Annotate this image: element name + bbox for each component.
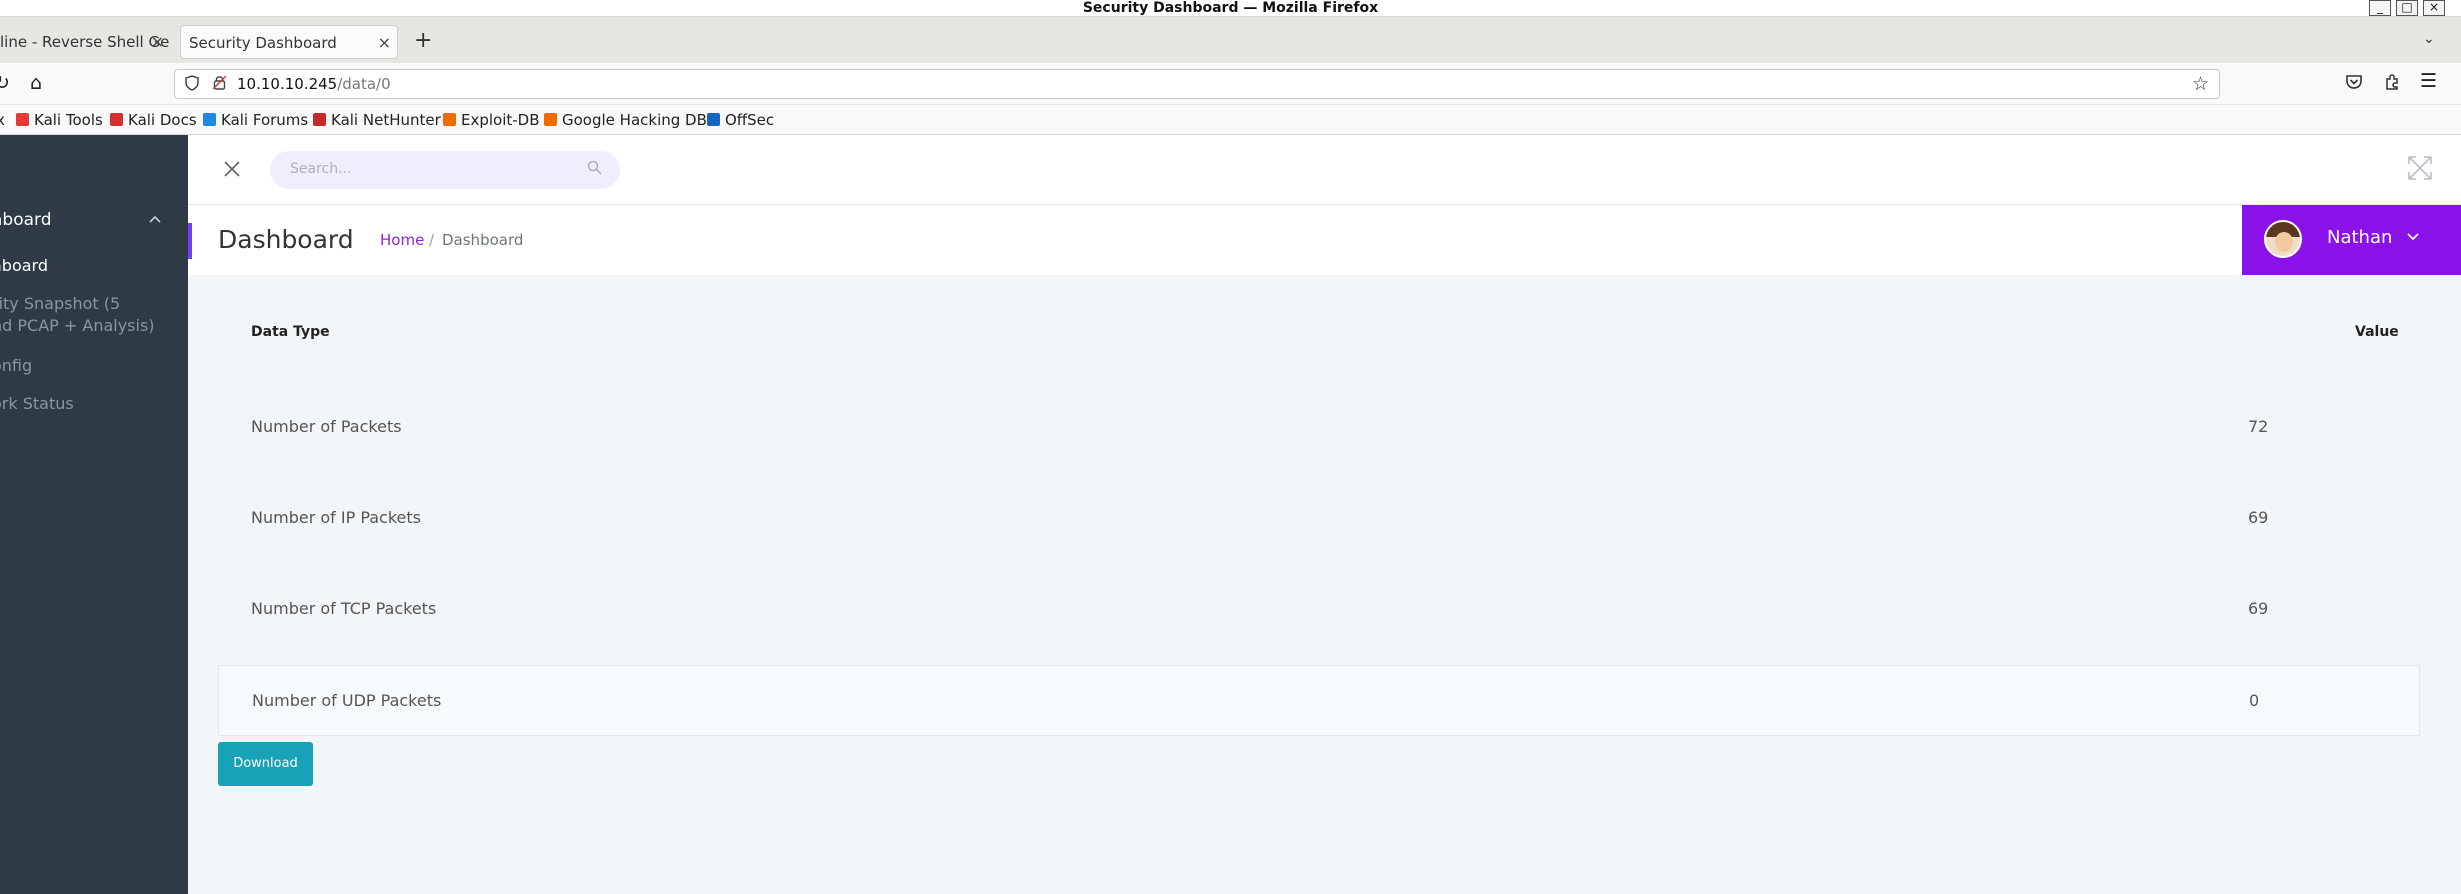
tab-security-dashboard[interactable]: Security Dashboard × bbox=[180, 25, 398, 59]
minimize-button[interactable]: _ bbox=[2369, 0, 2391, 16]
bookmark-label: Google Hacking DB bbox=[562, 111, 707, 129]
url-host: 10.10.10.245 bbox=[237, 75, 338, 93]
bookmark-label: Kali Tools bbox=[34, 111, 103, 129]
row-label: Number of UDP Packets bbox=[252, 691, 442, 710]
bookmark-kali-nethunter[interactable]: Kali NetHunter bbox=[313, 111, 441, 129]
insecure-lock-icon[interactable] bbox=[212, 75, 227, 94]
shield-icon[interactable] bbox=[185, 75, 199, 95]
row-value: 69 bbox=[2248, 508, 2269, 527]
menu-hamburger-icon[interactable]: ☰ bbox=[2420, 72, 2437, 91]
bookmark-label: Kali Docs bbox=[128, 111, 197, 129]
kali-nethunter-icon bbox=[313, 113, 326, 126]
row-label: Number of Packets bbox=[251, 417, 402, 436]
navigation-bar: ↻ ⌂ 10.10.10.245/data/0 ☆ ☰ bbox=[0, 63, 2461, 105]
tab-close-icon[interactable]: × bbox=[151, 25, 164, 59]
reload-icon[interactable]: ↻ bbox=[0, 74, 10, 93]
bookmarks-bar: x Kali Tools Kali Docs Kali Forums Kali … bbox=[0, 105, 2461, 135]
home-icon[interactable]: ⌂ bbox=[30, 74, 42, 93]
table-row-hovered: Number of UDP Packets 0 bbox=[218, 665, 2420, 736]
bookmark-label: Exploit-DB bbox=[461, 111, 540, 129]
search-icon[interactable] bbox=[587, 160, 602, 179]
table-row: Number of TCP Packets 69 bbox=[218, 565, 2420, 656]
sidebar-item-security-snapshot-line2[interactable]: nd PCAP + Analysis) bbox=[0, 315, 155, 337]
pocket-icon[interactable] bbox=[2345, 73, 2363, 95]
url-text: 10.10.10.245/data/0 bbox=[237, 75, 391, 93]
breadcrumb-home-link[interactable]: Home bbox=[380, 231, 424, 249]
bookmark-label: Kali NetHunter bbox=[331, 111, 441, 129]
tab-strip: line - Reverse Shell Ge × Security Dashb… bbox=[0, 17, 2461, 63]
breadcrumb-current: Dashboard bbox=[442, 231, 524, 249]
chevron-down-icon[interactable] bbox=[2406, 227, 2420, 246]
row-value: 69 bbox=[2248, 599, 2269, 618]
table-row: Number of IP Packets 69 bbox=[218, 474, 2420, 565]
bookmark-exploit-db[interactable]: Exploit-DB bbox=[443, 111, 540, 129]
chevron-up-icon[interactable] bbox=[148, 210, 162, 228]
offsec-icon bbox=[707, 113, 720, 126]
sidebar-item-ip-config[interactable]: onfig bbox=[0, 355, 32, 377]
column-header-data-type: Data Type bbox=[251, 324, 330, 340]
page-title-bar: Dashboard Home / Dashboard Nathan bbox=[188, 205, 2461, 275]
bookmark-star-icon[interactable]: ☆ bbox=[2192, 73, 2209, 95]
fullscreen-expand-icon[interactable] bbox=[2407, 155, 2433, 186]
column-header-value: Value bbox=[2355, 324, 2399, 340]
url-path: /data/0 bbox=[337, 75, 391, 93]
tab-reverse-shell[interactable]: line - Reverse Shell Ge × bbox=[0, 25, 170, 59]
window-title: Security Dashboard — Mozilla Firefox bbox=[1082, 0, 1379, 16]
sidebar: aboard aboard rity Snapshot (5 nd PCAP +… bbox=[0, 135, 188, 894]
row-label: Number of TCP Packets bbox=[251, 599, 437, 618]
search-input[interactable]: Search... bbox=[290, 161, 351, 177]
google-hacking-db-icon bbox=[544, 113, 557, 126]
user-menu[interactable]: Nathan bbox=[2242, 205, 2461, 275]
sidebar-item-dashboard[interactable]: aboard bbox=[0, 255, 48, 277]
close-window-button[interactable]: × bbox=[2423, 0, 2445, 16]
bookmark-label: Kali Forums bbox=[221, 111, 309, 129]
table-header: Data Type Value bbox=[218, 275, 2420, 387]
sidebar-group-dashboard[interactable]: aboard bbox=[0, 210, 188, 248]
kali-forums-icon bbox=[203, 113, 216, 126]
tab-close-icon[interactable]: × bbox=[378, 26, 391, 58]
sidebar-item-security-snapshot[interactable]: rity Snapshot (5 bbox=[0, 293, 120, 315]
page-title-accent bbox=[188, 223, 192, 259]
window-titlebar: Security Dashboard — Mozilla Firefox _ □… bbox=[0, 0, 2461, 17]
table-row: Number of Packets 72 bbox=[218, 383, 2420, 474]
row-value: 72 bbox=[2248, 417, 2269, 436]
breadcrumb-separator: / bbox=[429, 231, 435, 249]
kali-docs-icon bbox=[110, 113, 123, 126]
close-sidebar-icon[interactable] bbox=[222, 159, 242, 183]
page-title: Dashboard bbox=[218, 225, 354, 254]
exploit-db-icon bbox=[443, 113, 456, 126]
avatar-face bbox=[2275, 232, 2293, 252]
user-name[interactable]: Nathan bbox=[2327, 227, 2392, 248]
sidebar-item-network-status[interactable]: ork Status bbox=[0, 393, 74, 415]
kali-tools-icon bbox=[16, 113, 29, 126]
top-header: Search... bbox=[188, 135, 2461, 205]
search-box[interactable]: Search... bbox=[270, 151, 620, 189]
tab-label: Security Dashboard bbox=[189, 34, 337, 52]
tab-label: line - Reverse Shell Ge bbox=[0, 33, 170, 51]
address-bar[interactable]: 10.10.10.245/data/0 ☆ bbox=[174, 69, 2220, 99]
row-value: 0 bbox=[2249, 691, 2260, 710]
maximize-button[interactable]: □ bbox=[2396, 0, 2418, 16]
bookmark-google-hacking-db[interactable]: Google Hacking DB bbox=[544, 111, 707, 129]
bookmark-overflow-fragment[interactable]: x bbox=[0, 111, 5, 129]
avatar[interactable] bbox=[2264, 220, 2302, 258]
extensions-icon[interactable] bbox=[2383, 73, 2401, 95]
new-tab-icon[interactable]: + bbox=[414, 30, 432, 52]
bookmark-label: OffSec bbox=[725, 111, 775, 129]
bookmark-kali-tools[interactable]: Kali Tools bbox=[16, 111, 103, 129]
download-button[interactable]: Download bbox=[218, 742, 313, 786]
sidebar-group-label: aboard bbox=[0, 210, 52, 230]
bookmark-offsec[interactable]: OffSec bbox=[707, 111, 774, 129]
list-all-tabs-icon[interactable]: ⌄ bbox=[2423, 31, 2435, 47]
row-label: Number of IP Packets bbox=[251, 508, 421, 527]
bookmark-kali-forums[interactable]: Kali Forums bbox=[203, 111, 308, 129]
bookmark-kali-docs[interactable]: Kali Docs bbox=[110, 111, 197, 129]
